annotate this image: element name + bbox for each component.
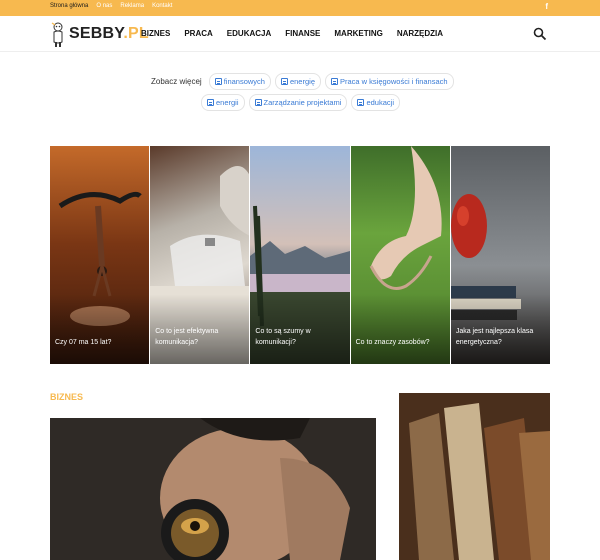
gallery-card-lake[interactable]: Co to są szumy w komunikacji? [250, 146, 350, 364]
top-link-home[interactable]: Strona główna [50, 3, 88, 9]
gallery-card-laptop[interactable]: Co to jest efektywna komunikacja? [150, 146, 250, 364]
gallery-caption[interactable]: Co to są szumy w komunikacji? [255, 326, 341, 348]
nav-item-marketing[interactable]: MARKETING [334, 29, 382, 38]
tag-label: energii [216, 98, 239, 107]
tag-praca-ksiegowosc[interactable]: Praca w księgowości i finansach [325, 73, 454, 90]
tag-label: Zarządzanie projektami [263, 98, 342, 107]
tag-finansowych[interactable]: finansowych [208, 73, 271, 90]
tag-label: energię [289, 77, 315, 86]
tag-label: edukacji [366, 98, 394, 107]
main-nav: BIZNES PRACA EDUKACJA FINANSE MARKETING … [141, 29, 443, 38]
side-article-image[interactable] [399, 393, 550, 560]
top-bar: Strona główna O nas Reklama Kontakt f [0, 0, 600, 16]
see-more-label: Zobacz więcej [151, 77, 202, 86]
site-header: SEBBY.PL BIZNES PRACA EDUKACJA FINANSE M… [0, 16, 600, 52]
top-link-ads[interactable]: Reklama [120, 3, 144, 9]
tag-label: finansowych [223, 77, 265, 86]
tag-energie[interactable]: energię [274, 73, 321, 90]
nav-item-finanse[interactable]: FINANSE [285, 29, 320, 38]
tag-energii[interactable]: energii [201, 94, 245, 111]
tag-icon [357, 99, 365, 106]
tag-icon [280, 78, 288, 85]
gallery-caption[interactable]: Co to znaczy zasobów? [356, 337, 442, 348]
featured-article-image[interactable] [50, 418, 376, 560]
search-icon[interactable] [533, 27, 547, 41]
logo-text: SEBBY.PL [69, 25, 149, 43]
gallery-card-hand[interactable]: Co to znaczy zasobów? [350, 146, 450, 364]
tag-icon [331, 78, 338, 85]
site-logo[interactable]: SEBBY.PL [50, 20, 149, 48]
gallery-card-yoga[interactable]: Czy 07 ma 15 lat? [50, 146, 150, 364]
gallery-caption[interactable]: Co to jest efektywna komunikacja? [155, 326, 241, 348]
nav-item-narzedzia[interactable]: NARZĘDZIA [397, 29, 443, 38]
top-link-about[interactable]: O nas [96, 3, 112, 9]
section-title-biznes[interactable]: BIZNES [50, 392, 83, 402]
tag-icon [214, 78, 222, 85]
nav-item-biznes[interactable]: BIZNES [141, 29, 170, 38]
tag-icon [207, 99, 214, 106]
facebook-icon[interactable]: f [545, 2, 548, 11]
card-shade [350, 294, 450, 364]
tag-zarzadzanie-projektami[interactable]: Zarządzanie projektami [248, 94, 348, 111]
top-links: Strona główna O nas Reklama Kontakt [50, 3, 172, 9]
logo-mascot-icon [51, 22, 63, 47]
tag-edukacji[interactable]: edukacji [351, 94, 400, 111]
gallery-card-apple[interactable]: Jaka jest najlepsza klasa energetyczna? [450, 146, 551, 364]
card-shade [50, 294, 150, 364]
old-books-image [399, 393, 550, 560]
nav-item-edukacja[interactable]: EDUKACJA [227, 29, 271, 38]
tag-label: Praca w księgowości i finansach [340, 77, 448, 86]
man-with-lens-image [50, 418, 376, 560]
nav-item-praca[interactable]: PRACA [184, 29, 212, 38]
gallery-caption[interactable]: Czy 07 ma 15 lat? [55, 337, 141, 348]
logo-text-main: SEBBY [69, 25, 124, 42]
featured-gallery: Czy 07 ma 15 lat? Co to jest efektywna k… [50, 146, 551, 364]
tag-icon [254, 99, 262, 106]
gallery-caption[interactable]: Jaka jest najlepsza klasa energetyczna? [456, 326, 542, 348]
top-link-contact[interactable]: Kontakt [152, 3, 172, 9]
